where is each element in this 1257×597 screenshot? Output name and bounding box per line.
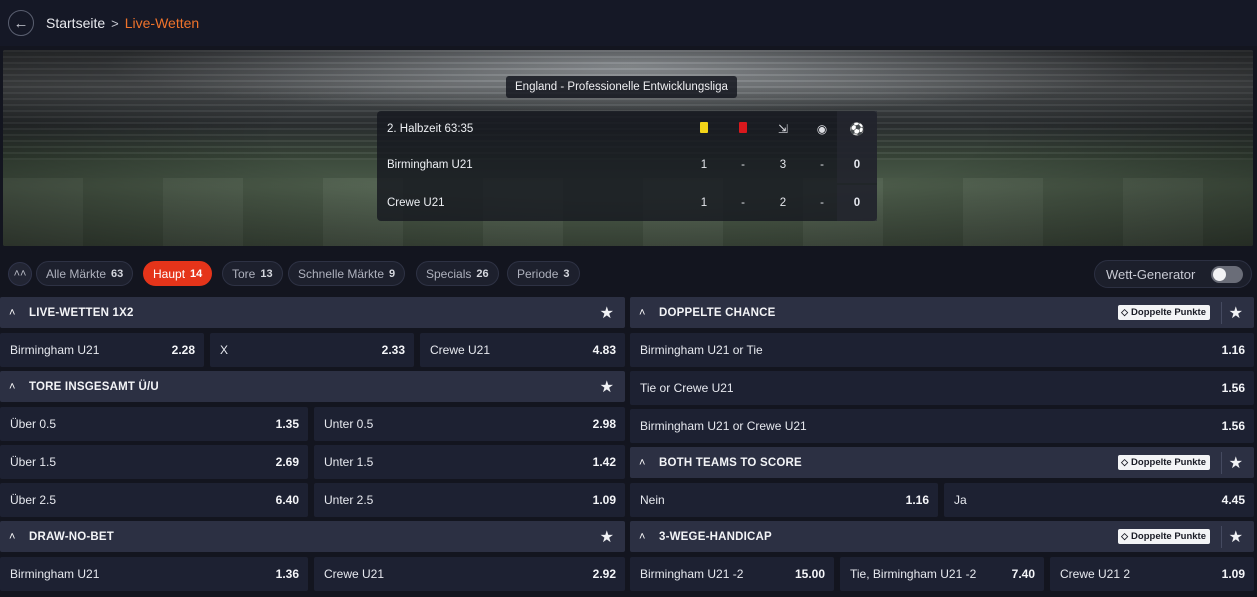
odds-button[interactable]: Über 0.5 1.35 xyxy=(0,407,308,441)
penalty-icon: ◉ xyxy=(816,122,828,136)
chevron-up-icon[interactable]: ˄ xyxy=(9,381,21,393)
red-card-icon xyxy=(733,122,753,136)
market-header-draw-no-bet[interactable]: ˄ DRAW-NO-BET ★ xyxy=(0,521,625,552)
odds-button[interactable]: Birmingham U21 1.36 xyxy=(0,557,308,591)
team-score: 0 xyxy=(837,147,877,183)
team-name: Crewe U21 xyxy=(387,197,445,209)
odds-button[interactable]: Unter 1.5 1.42 xyxy=(314,445,625,479)
filter-chip-alle-maerkte[interactable]: Alle Märkte 63 xyxy=(36,261,134,286)
back-arrow-icon[interactable]: ← xyxy=(8,10,34,36)
corners-count: 2 xyxy=(779,197,787,209)
chevron-up-icon[interactable]: ˄ xyxy=(639,457,651,469)
odds-button[interactable]: Über 2.5 6.40 xyxy=(0,483,308,517)
filter-chip-schnelle-maerkte[interactable]: Schnelle Märkte 9 xyxy=(288,261,406,286)
penalties-count: - xyxy=(820,197,824,209)
diamond-icon: ◇ xyxy=(1121,531,1129,541)
market-header-3-wege-handicap[interactable]: ˄ 3-WEGE-HANDICAP ◇ Doppelte Punkte ★ xyxy=(630,521,1254,552)
top-bar: ← Startseite > Live-Wetten xyxy=(0,0,1257,46)
match-hero-banner: England - Professionelle Entwicklungslig… xyxy=(3,50,1253,246)
star-icon[interactable]: ★ xyxy=(600,527,614,547)
team-name: Birmingham U21 xyxy=(387,159,473,171)
filter-chip-specials[interactable]: Specials 26 xyxy=(416,261,499,286)
market-header-both-teams-to-score[interactable]: ˄ BOTH TEAMS TO SCORE ◇ Doppelte Punkte ★ xyxy=(630,447,1254,478)
market-header-doppelte-chance[interactable]: ˄ DOPPELTE CHANCE ◇ Doppelte Punkte ★ xyxy=(630,297,1254,328)
market-header-live-1x2[interactable]: ˄ LIVE-WETTEN 1X2 ★ xyxy=(0,297,625,328)
wett-generator-toggle[interactable] xyxy=(1211,266,1243,283)
odds-button[interactable]: Crewe U21 2 1.09 xyxy=(1050,557,1254,591)
corners-count: 3 xyxy=(779,159,787,171)
odds-button[interactable]: Unter 2.5 1.09 xyxy=(314,483,625,517)
odds-button[interactable]: Crewe U21 2.92 xyxy=(314,557,625,591)
filter-chip-haupt[interactable]: Haupt 14 xyxy=(143,261,213,286)
yellow-cards-count: 1 xyxy=(700,159,708,171)
diamond-icon: ◇ xyxy=(1121,457,1129,467)
doppelte-punkte-badge: ◇ Doppelte Punkte xyxy=(1118,529,1210,544)
red-cards-count: - xyxy=(741,159,745,171)
match-period: 2. Halbzeit 63:35 xyxy=(387,123,474,135)
breadcrumb: Startseite > Live-Wetten xyxy=(46,15,199,31)
star-icon[interactable]: ★ xyxy=(1229,303,1243,323)
scoreboard-team-row: Crewe U21 1 - 2 - 0 xyxy=(377,185,877,221)
star-icon[interactable]: ★ xyxy=(1229,453,1243,473)
odds-button[interactable]: Birmingham U21 -2 15.00 xyxy=(630,557,834,591)
odds-button[interactable]: X 2.33 xyxy=(210,333,414,367)
football-icon: ⚽ xyxy=(837,111,877,147)
odds-button[interactable]: Unter 0.5 2.98 xyxy=(314,407,625,441)
chevron-up-icon[interactable]: ˄ xyxy=(639,531,651,543)
penalties-count: - xyxy=(820,159,824,171)
chevron-up-icon[interactable]: ˄ xyxy=(639,307,651,319)
red-cards-count: - xyxy=(741,197,745,209)
league-name: England - Professionelle Entwicklungslig… xyxy=(506,76,737,98)
doppelte-punkte-badge: ◇ Doppelte Punkte xyxy=(1118,305,1210,320)
odds-button[interactable]: Birmingham U21 or Tie 1.16 xyxy=(630,333,1254,367)
odds-button[interactable]: Über 1.5 2.69 xyxy=(0,445,308,479)
wett-generator: Wett-Generator xyxy=(1094,260,1252,288)
filter-chip-periode[interactable]: Periode 3 xyxy=(507,261,580,286)
team-score: 0 xyxy=(837,185,877,221)
chevron-up-icon[interactable]: ˄ xyxy=(9,531,21,543)
odds-button[interactable]: Tie or Crewe U21 1.56 xyxy=(630,371,1254,405)
market-header-tore[interactable]: ˄ TORE INSGESAMT Ü/U ★ xyxy=(0,371,625,402)
yellow-card-icon xyxy=(694,122,714,136)
doppelte-punkte-badge: ◇ Doppelte Punkte xyxy=(1118,455,1210,470)
yellow-cards-count: 1 xyxy=(700,197,708,209)
breadcrumb-separator: > xyxy=(111,15,119,31)
odds-button[interactable]: Nein 1.16 xyxy=(630,483,938,517)
filter-chip-tore[interactable]: Tore 13 xyxy=(222,261,283,286)
corner-flag-icon: ⇲ xyxy=(777,122,789,136)
odds-button[interactable]: Ja 4.45 xyxy=(944,483,1254,517)
odds-button[interactable]: Crewe U21 4.83 xyxy=(420,333,625,367)
scoreboard-team-row: Birmingham U21 1 - 3 - 0 xyxy=(377,147,877,183)
breadcrumb-current: Live-Wetten xyxy=(124,15,200,31)
odds-button[interactable]: Birmingham U21 2.28 xyxy=(0,333,204,367)
scoreboard: 2. Halbzeit 63:35 ⇲ ◉ ⚽ Birmingham U21 1… xyxy=(377,111,877,221)
odds-button[interactable]: Birmingham U21 or Crewe U21 1.56 xyxy=(630,409,1254,443)
collapse-all-icon[interactable]: ˄˄ xyxy=(8,262,32,286)
scoreboard-header: 2. Halbzeit 63:35 ⇲ ◉ ⚽ xyxy=(377,111,877,147)
chevron-up-icon[interactable]: ˄ xyxy=(9,307,21,319)
diamond-icon: ◇ xyxy=(1121,307,1129,317)
star-icon[interactable]: ★ xyxy=(600,303,614,323)
odds-button[interactable]: Tie, Birmingham U21 -2 7.40 xyxy=(840,557,1044,591)
star-icon[interactable]: ★ xyxy=(600,377,614,397)
breadcrumb-home[interactable]: Startseite xyxy=(46,15,105,31)
wett-generator-label: Wett-Generator xyxy=(1106,266,1196,282)
market-filter-bar: ˄˄ Alle Märkte 63 Haupt 14 Tore 13 Schnelle… xyxy=(0,258,1257,290)
star-icon[interactable]: ★ xyxy=(1229,527,1243,547)
